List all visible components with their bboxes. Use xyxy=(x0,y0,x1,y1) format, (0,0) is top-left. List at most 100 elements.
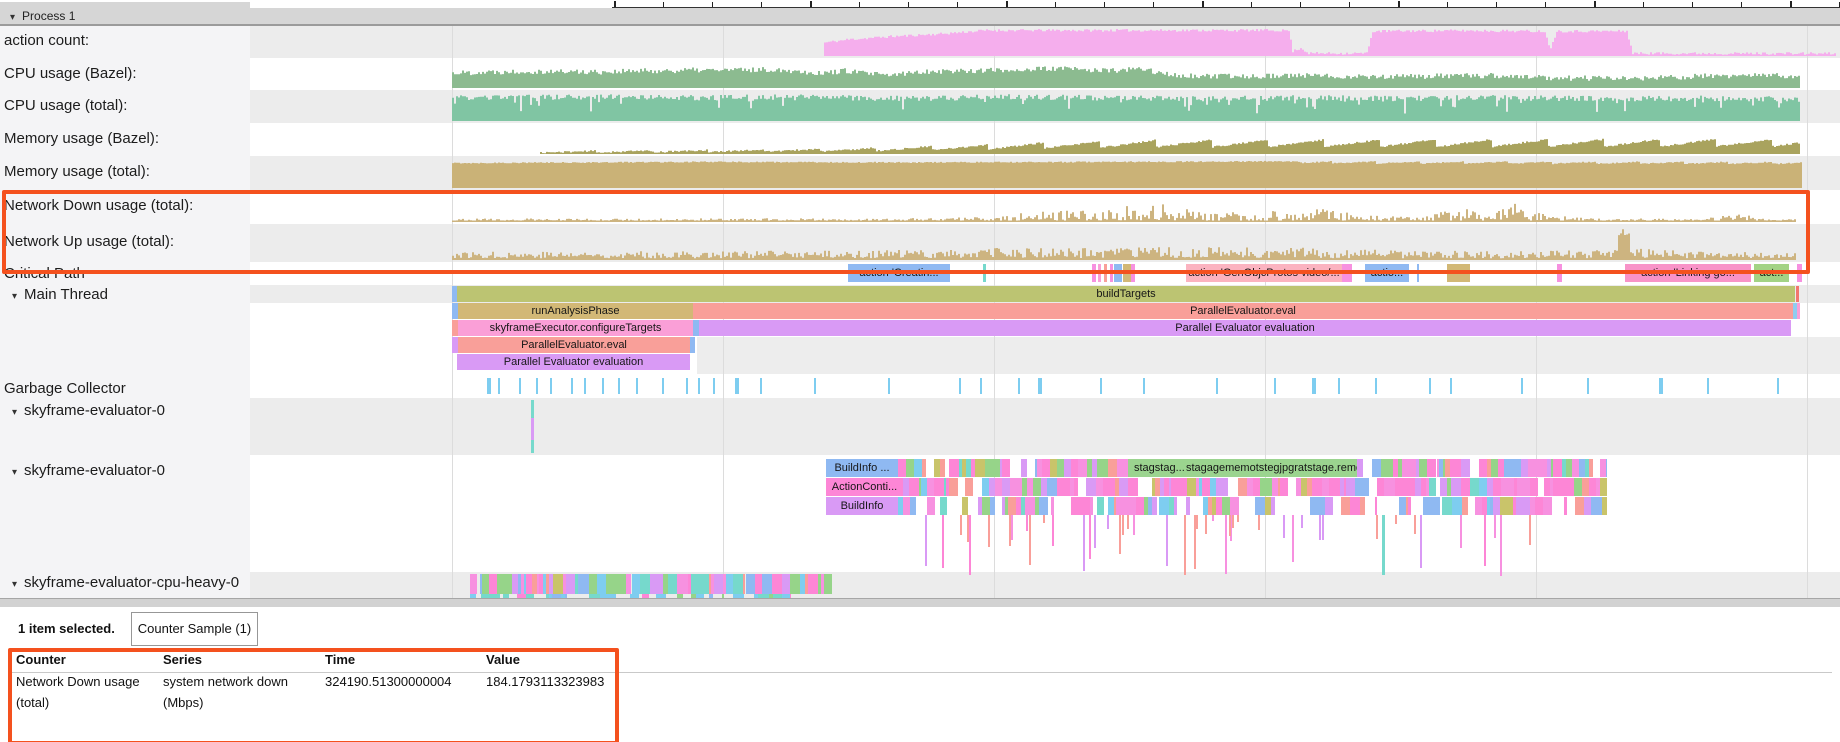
slice-action-genobjcprotos-video-[interactable]: action 'GenObjcProtos video/... xyxy=(1186,264,1342,282)
trace-slice[interactable] xyxy=(597,574,605,594)
trace-slice[interactable] xyxy=(1283,478,1289,496)
gc-tick[interactable] xyxy=(584,378,586,394)
trace-slice[interactable] xyxy=(1260,478,1269,496)
counter-network-up-usage-total-[interactable] xyxy=(452,229,1796,260)
gc-tick[interactable] xyxy=(1659,378,1663,394)
trace-slice[interactable] xyxy=(1174,497,1178,515)
stack-spike[interactable] xyxy=(1166,515,1168,566)
trace-slice[interactable] xyxy=(1322,478,1329,496)
trace-slice[interactable] xyxy=(1504,478,1514,496)
trace-slice[interactable] xyxy=(910,497,916,515)
gc-tick[interactable] xyxy=(1338,378,1340,394)
slice-stage-group[interactable]: stagstag...stagagememotstegjpgratstage.r… xyxy=(1128,459,1357,477)
stack-spike[interactable] xyxy=(1460,515,1462,548)
stack-spike[interactable] xyxy=(988,515,990,547)
trace-slice[interactable] xyxy=(1136,497,1144,515)
trace-slice[interactable] xyxy=(1159,497,1168,515)
trace-slice[interactable] xyxy=(1074,478,1079,496)
trace-slice[interactable] xyxy=(1521,459,1528,477)
trace-slice[interactable] xyxy=(1079,497,1090,515)
stack-spike[interactable] xyxy=(1292,515,1294,562)
trace-slice[interactable] xyxy=(1171,478,1180,496)
stack-spike[interactable] xyxy=(1089,515,1091,559)
trace-slice[interactable] xyxy=(1606,459,1607,477)
gc-tick[interactable] xyxy=(1429,378,1431,394)
trace-slice[interactable] xyxy=(1589,459,1593,477)
stack-spike[interactable] xyxy=(1301,515,1303,528)
stack-spike[interactable] xyxy=(1011,515,1013,540)
trace-slice[interactable] xyxy=(1117,459,1127,477)
trace-slice[interactable] xyxy=(1564,497,1566,515)
trace-slice[interactable] xyxy=(1442,497,1453,515)
trace-slice[interactable] xyxy=(1271,497,1276,515)
slice-skyframeexecutor-configuretargets[interactable]: skyframeExecutor.configureTargets xyxy=(458,320,693,336)
slice[interactable] xyxy=(1123,264,1131,282)
trace-slice[interactable] xyxy=(1429,478,1436,496)
trace-slice[interactable] xyxy=(772,574,783,594)
trace-slice[interactable] xyxy=(898,459,906,477)
trace-slice[interactable] xyxy=(940,459,945,477)
trace-slice[interactable] xyxy=(1108,459,1117,477)
trace-slice[interactable] xyxy=(1517,478,1525,496)
trace-slice[interactable] xyxy=(553,574,563,594)
trace-slice[interactable] xyxy=(1007,459,1011,477)
trace-slice[interactable] xyxy=(940,497,947,515)
trace-slice[interactable] xyxy=(1600,478,1607,496)
trace-slice[interactable] xyxy=(1535,497,1543,515)
slice[interactable] xyxy=(1114,264,1122,282)
evaluator-slice[interactable] xyxy=(531,418,534,440)
gc-tick[interactable] xyxy=(1100,378,1102,394)
trace-slice[interactable] xyxy=(1357,459,1363,477)
slice[interactable] xyxy=(1131,264,1135,282)
counter-network-down-usage-total-[interactable] xyxy=(452,204,1796,222)
stack-spike[interactable] xyxy=(1029,515,1031,565)
trace-slice[interactable] xyxy=(1591,497,1600,515)
gc-tick[interactable] xyxy=(1375,378,1377,394)
gc-tick[interactable] xyxy=(1707,378,1709,394)
slice-buildinfo-[interactable]: BuildInfo ... xyxy=(826,459,898,477)
trace-slice[interactable] xyxy=(1119,478,1128,496)
trace-slice[interactable] xyxy=(1128,478,1138,496)
trace-slice[interactable] xyxy=(677,574,688,594)
trace-slice[interactable] xyxy=(949,478,959,496)
trace-slice[interactable] xyxy=(975,459,985,477)
trace-slice[interactable] xyxy=(985,459,992,477)
gc-tick[interactable] xyxy=(1274,378,1276,394)
slice[interactable] xyxy=(1447,264,1470,282)
gc-tick[interactable] xyxy=(1143,378,1145,394)
stack-spike[interactable] xyxy=(1127,515,1129,529)
trace-slice[interactable] xyxy=(1180,478,1187,496)
trace-slice[interactable] xyxy=(762,574,771,594)
trace-slice[interactable] xyxy=(995,478,1002,496)
stack-spike[interactable] xyxy=(1026,515,1028,531)
trace-slice[interactable] xyxy=(1186,497,1190,515)
stack-spike[interactable] xyxy=(1107,515,1109,529)
trace-slice[interactable] xyxy=(1461,478,1470,496)
gc-tick[interactable] xyxy=(1312,378,1316,394)
gc-tick[interactable] xyxy=(1587,378,1589,394)
trace-slice[interactable] xyxy=(1479,459,1487,477)
trace-slice[interactable] xyxy=(1429,497,1440,515)
stack-spike[interactable] xyxy=(1133,515,1135,535)
gc-tick[interactable] xyxy=(1521,378,1523,394)
gc-tick[interactable] xyxy=(487,378,491,394)
trace-slice[interactable] xyxy=(1086,478,1095,496)
trace-slice[interactable] xyxy=(1427,459,1437,477)
trace-slice[interactable] xyxy=(606,574,613,594)
trace-slice[interactable] xyxy=(1440,478,1446,496)
trace-slice[interactable] xyxy=(1565,478,1574,496)
gc-tick[interactable] xyxy=(1216,378,1218,394)
trace-slice[interactable] xyxy=(1116,497,1125,515)
slice-actio-[interactable]: actio... xyxy=(1365,264,1409,282)
stack-spike[interactable] xyxy=(1205,515,1207,534)
slice-actionconti-[interactable]: ActionConti... xyxy=(826,478,903,496)
stack-spike[interactable] xyxy=(1500,515,1502,576)
trace-slice[interactable] xyxy=(1408,459,1416,477)
slice[interactable] xyxy=(1797,264,1802,282)
trace-slice[interactable] xyxy=(1218,478,1228,496)
gc-tick[interactable] xyxy=(602,378,604,394)
panel-divider[interactable] xyxy=(0,598,1840,607)
trace-slice[interactable] xyxy=(1317,497,1325,515)
slice-runanalysisphase[interactable]: runAnalysisPhase xyxy=(458,303,693,319)
stack-spike[interactable] xyxy=(1043,515,1045,523)
